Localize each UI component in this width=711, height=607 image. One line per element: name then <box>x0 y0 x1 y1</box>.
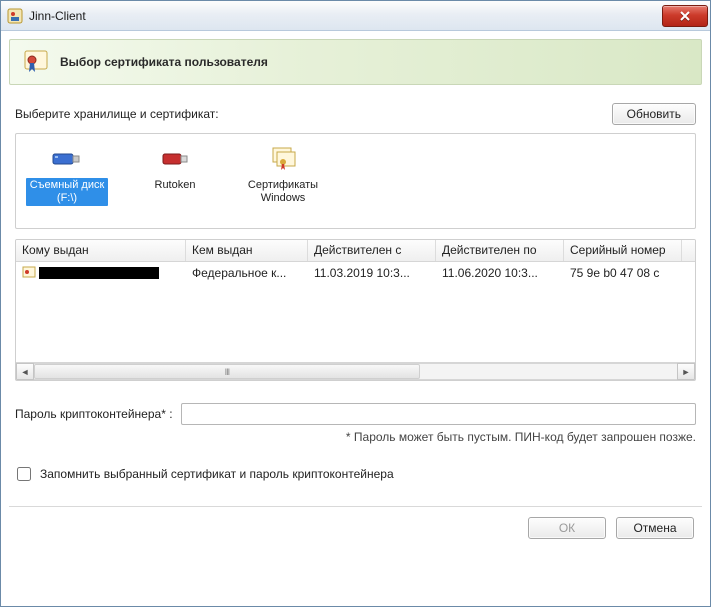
col-issued-to[interactable]: Кому выдан <box>16 240 186 261</box>
col-valid-to[interactable]: Действителен по <box>436 240 564 261</box>
header-band: Выбор сертификата пользователя <box>9 39 702 85</box>
scroll-left-button[interactable]: ◄ <box>16 363 34 380</box>
storage-list-panel: Съемный диск (F:\) Rutoken <box>15 133 696 229</box>
remember-row[interactable]: Запомнить выбранный сертификат и пароль … <box>13 464 696 484</box>
storage-item-label: Сертификаты Windows <box>242 178 324 206</box>
storage-item-label: Rutoken <box>152 178 199 193</box>
scroll-right-button[interactable]: ► <box>677 363 695 380</box>
storage-item-label: Съемный диск (F:\) <box>26 178 108 206</box>
separator <box>9 506 702 507</box>
app-icon <box>7 8 23 24</box>
certificate-icon <box>22 48 50 76</box>
cell-issued-to <box>16 264 186 283</box>
table-header: Кому выдан Кем выдан Действителен с Дейс… <box>16 240 695 262</box>
close-button[interactable] <box>662 5 708 27</box>
scroll-track[interactable]: III <box>34 363 677 380</box>
selector-label: Выберите хранилище и сертификат: <box>15 107 219 121</box>
ok-button[interactable]: ОК <box>528 517 606 539</box>
password-label: Пароль криптоконтейнера* : <box>15 407 173 421</box>
scroll-thumb[interactable]: III <box>34 364 420 379</box>
col-valid-from[interactable]: Действителен с <box>308 240 436 261</box>
table-row[interactable]: Федеральное к... 11.03.2019 10:3... 11.0… <box>16 262 695 284</box>
cancel-button[interactable]: Отмена <box>616 517 694 539</box>
col-serial[interactable]: Серийный номер <box>564 240 682 261</box>
window-title: Jinn-Client <box>29 9 662 23</box>
cell-valid-to: 11.06.2020 10:3... <box>436 264 564 282</box>
password-hint: * Пароль может быть пустым. ПИН-код буде… <box>15 430 696 444</box>
windows-cert-icon <box>265 144 301 174</box>
remember-label: Запомнить выбранный сертификат и пароль … <box>40 467 394 481</box>
storage-item-rutoken[interactable]: Rutoken <box>134 144 216 193</box>
storage-item-windows-cert[interactable]: Сертификаты Windows <box>242 144 324 206</box>
certificate-table: Кому выдан Кем выдан Действителен с Дейс… <box>15 239 696 381</box>
titlebar: Jinn-Client <box>1 1 710 31</box>
horizontal-scrollbar[interactable]: ◄ III ► <box>16 362 695 380</box>
remember-checkbox[interactable] <box>17 467 31 481</box>
usb-drive-icon <box>49 144 85 174</box>
storage-item-removable-disk[interactable]: Съемный диск (F:\) <box>26 144 108 206</box>
certificate-row-icon <box>22 266 36 280</box>
dialog-footer: ОК Отмена <box>9 517 702 539</box>
cell-valid-from: 11.03.2019 10:3... <box>308 264 436 282</box>
close-icon <box>679 11 691 21</box>
rutoken-icon <box>157 144 193 174</box>
password-input[interactable] <box>181 403 696 425</box>
refresh-button[interactable]: Обновить <box>612 103 696 125</box>
redacted-name <box>39 267 159 279</box>
page-title: Выбор сертификата пользователя <box>60 55 268 69</box>
app-window: Jinn-Client Выбор сертификата пользовате… <box>0 0 711 607</box>
cell-issued-by: Федеральное к... <box>186 264 308 282</box>
col-issued-by[interactable]: Кем выдан <box>186 240 308 261</box>
cell-serial: 75 9e b0 47 08 c <box>564 264 682 282</box>
client-area: Выбор сертификата пользователя Выберите … <box>1 31 710 606</box>
